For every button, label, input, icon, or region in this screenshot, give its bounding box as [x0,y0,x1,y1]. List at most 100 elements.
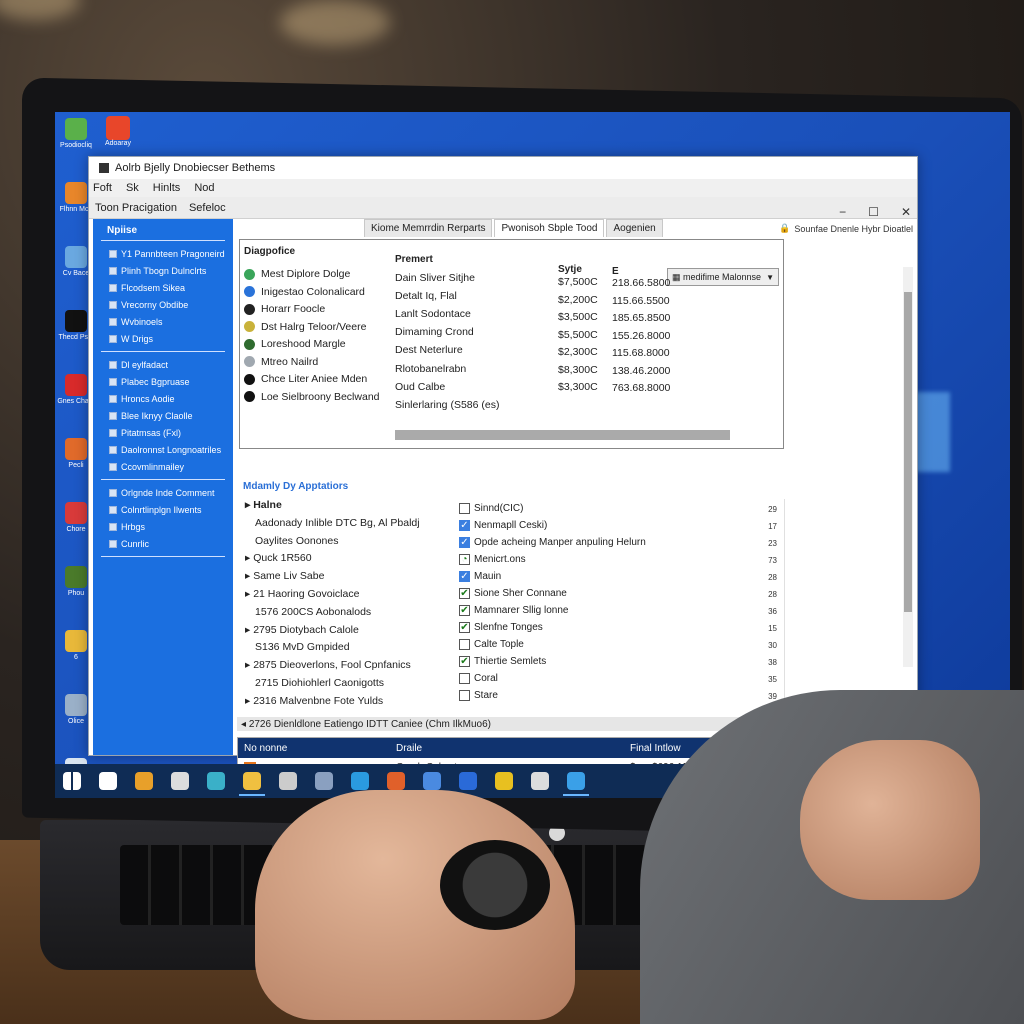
tree-item[interactable]: Oaylites Oonones [245,535,338,547]
checkbox-icon[interactable] [109,334,117,343]
table-row-name[interactable]: Loe Sielbroony Beclwand [244,391,380,403]
tree-item[interactable]: ▸ 2875 Dieoverlons, Fool Cpnfanics [245,659,411,671]
expand-arrow-icon[interactable]: ▸ [245,570,253,582]
tree-item[interactable]: ▸ 2316 Malvenbne Fote Yulds [245,695,383,707]
scroll-left-icon[interactable]: ◂ [241,719,249,730]
checkbox[interactable]: ✔ [459,656,470,667]
checklist-item[interactable]: ✔ Sione Sher Connane [459,588,567,599]
checklist-item[interactable]: Sinnd(CIC) [459,503,523,514]
checkbox[interactable]: ◔ [459,554,470,565]
vertical-scrollbar[interactable] [903,267,913,667]
minimize-button[interactable]: − [839,205,846,219]
chrome-icon[interactable] [135,772,153,790]
toolbar-item[interactable]: Sefeloc [189,202,226,214]
checkbox[interactable]: ✓ [459,520,470,531]
column-header-style[interactable]: Sytje [558,264,582,275]
snip-icon[interactable] [315,772,333,790]
expand-arrow-icon[interactable]: ▸ [245,659,253,671]
checkbox-icon[interactable] [109,300,117,309]
sidebar-item[interactable]: Flcodsem Sikea [101,279,225,296]
checklist-item[interactable]: ✓ Nenmapll Ceski) [459,520,547,531]
filter-dropdown[interactable]: ▦ medifime Malonnse ▼ [667,268,779,286]
app-yellow-icon[interactable] [495,772,513,790]
checkbox-icon[interactable] [109,283,117,292]
tree-item[interactable]: ▸ Quck 1R560 [245,552,312,564]
expand-arrow-icon[interactable]: ▸ [245,499,253,511]
sidebar-item[interactable]: Pitatmsas (Fxl) [101,424,225,441]
checklist-item[interactable]: ✓ Opde acheing Manper anpuling Helurn [459,537,646,548]
tab[interactable]: Kiome Memrrdin Rerparts [364,219,493,237]
checklist-item[interactable]: Stare [459,690,498,701]
photos-icon[interactable] [207,772,225,790]
column-header-name[interactable]: Diagpofice [244,246,295,257]
tree-item[interactable]: ▸ Halne [245,499,282,511]
music-icon[interactable] [459,772,477,790]
table-row-name[interactable]: Mest Diplore Dolge [244,268,350,280]
desktop-icon-top[interactable]: Adoaray [93,116,143,147]
checkbox[interactable] [459,673,470,684]
sidebar-item[interactable]: Hroncs Aodie [101,390,225,407]
checkbox-icon[interactable] [109,411,117,420]
bell-icon[interactable] [279,772,297,790]
checkbox[interactable]: ✔ [459,605,470,616]
menu-item[interactable]: Foft [93,182,112,194]
sidebar-item[interactable]: Vrecorny Obdibe [101,296,225,313]
checkbox-icon[interactable] [109,360,117,369]
table-row-name[interactable]: Chce Liter Aniee Mden [244,373,367,385]
checklist-item[interactable]: ✔ Thiertie Semlets [459,656,546,667]
app-print-icon[interactable] [531,772,549,790]
checkbox[interactable] [459,503,470,514]
sidebar-item[interactable]: Plinh Tbogn Dulnclrts [101,262,225,279]
tree-item[interactable]: ▸ 2795 Diotybach Calole [245,624,359,636]
tree-item[interactable]: 1576 200CS Aobonalods [245,606,371,618]
expand-arrow-icon[interactable]: ▸ [245,552,253,564]
column-header[interactable]: Draile [396,743,422,754]
checkbox-icon[interactable] [109,522,117,531]
checkbox[interactable] [459,639,470,650]
expand-arrow-icon[interactable]: ▸ [245,588,253,600]
tree-item[interactable]: Aadonady Inlible DTC Bg, Al Pbaldj [245,517,420,529]
sidebar-item[interactable]: W Drigs [101,330,225,347]
store-icon[interactable] [99,772,117,790]
sidebar-item[interactable]: Colnrtlinplgn Ilwents [101,501,225,518]
explorer-icon[interactable] [239,772,265,796]
column-header-premert[interactable]: Premert [395,254,433,265]
expand-arrow-icon[interactable]: ▸ [245,695,253,707]
checkbox-icon[interactable] [109,488,117,497]
column-header[interactable]: No nonne [244,743,287,754]
checkbox-icon[interactable] [109,428,117,437]
checkbox-icon[interactable] [109,445,117,454]
table-row-name[interactable]: Loreshood Margle [244,338,346,350]
sidebar-item[interactable]: Dl eylfadact [101,356,225,373]
checklist-item[interactable]: Calte Tople [459,639,524,650]
sidebar-item[interactable]: Blee Iknyy Claolle [101,407,225,424]
tree-item[interactable]: ▸ Same Liv Sabe [245,570,324,582]
browser-icon[interactable] [423,772,441,790]
sidebar-item[interactable]: Daolronnst Longnoatriles [101,441,225,458]
checkbox-icon[interactable] [109,462,117,471]
tree-item[interactable]: 2715 Diohiohlerl Caonigotts [245,677,384,689]
tree-item[interactable]: S136 MvD Gmpided [245,641,350,653]
checkbox[interactable]: ✓ [459,571,470,582]
checkbox-icon[interactable] [109,249,117,258]
edge-icon[interactable] [351,772,369,790]
column-header[interactable]: Final Intlow [630,743,681,754]
checklist-item[interactable]: Coral [459,673,498,684]
checklist-item[interactable]: ✔ Mamnarer Sllig lonne [459,605,569,616]
chrome2-icon[interactable] [387,772,405,790]
checkbox-icon[interactable] [109,377,117,386]
checkbox[interactable]: ✔ [459,588,470,599]
checkbox-icon[interactable] [109,317,117,326]
tab-active[interactable]: Pwonisoh Sbple Tood [494,219,605,237]
expand-arrow-icon[interactable]: ▸ [245,624,253,636]
scrollbar-thumb[interactable] [904,292,912,612]
close-button[interactable]: ✕ [901,205,911,219]
checkbox[interactable]: ✓ [459,537,470,548]
checklist-item[interactable]: ✔ Slenfne Tonges [459,622,543,633]
sidebar-item[interactable]: Plabec Bgpruase [101,373,225,390]
table-row-name[interactable]: Inigestao Colonalicard [244,286,365,298]
sidebar-item[interactable]: Wvbinoels [101,313,225,330]
sidebar-item[interactable]: Hrbgs [101,518,225,535]
tab[interactable]: Aogenien [606,219,663,237]
column-header-e[interactable]: E [612,266,619,277]
